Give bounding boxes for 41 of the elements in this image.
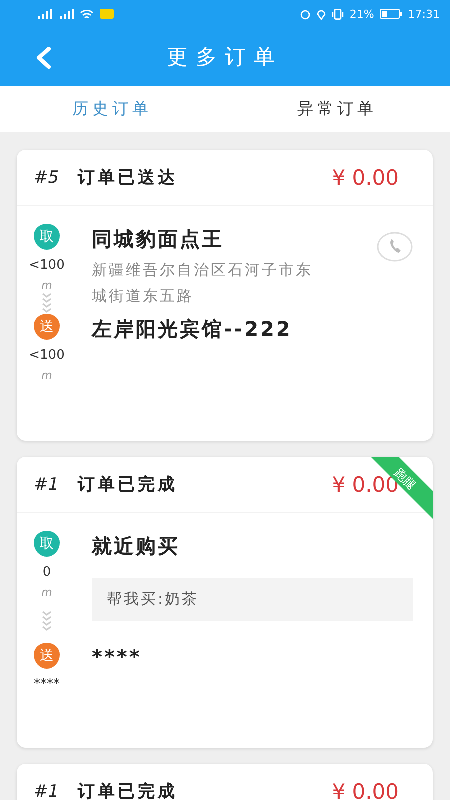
vibrate-icon: [332, 8, 344, 20]
place-address: 新疆维吾尔自治区石河子市东城街道东五路: [92, 260, 314, 307]
order-price: ¥ 0.00: [332, 780, 399, 800]
distance-unit: m: [42, 369, 52, 382]
signal-icon: [36, 9, 52, 19]
notification-icon: [100, 9, 114, 19]
location-icon: [316, 8, 326, 20]
distance-unit: m: [42, 279, 52, 292]
order-number: #1: [34, 782, 60, 800]
stop-tag: 送: [34, 643, 60, 669]
stop-tag: 取: [34, 531, 60, 557]
distance-text: <100: [29, 258, 65, 273]
order-price: ¥ 0.00: [332, 166, 399, 190]
distance-text: ****: [34, 677, 60, 692]
phone-button[interactable]: [377, 232, 413, 262]
distance-text: 0: [42, 565, 52, 580]
chevrons-down-icon: [42, 611, 52, 631]
place-name: ****: [92, 645, 142, 669]
order-status: 订单已完成: [78, 781, 179, 800]
place-name: 同城豹面点王: [92, 226, 225, 253]
battery-icon: [380, 9, 402, 19]
order-number: #1: [34, 474, 60, 494]
chevrons-down-icon: [42, 293, 52, 313]
order-status: 订单已完成: [78, 474, 179, 496]
order-number: #5: [34, 168, 60, 188]
stop-tag: 送: [34, 314, 60, 340]
wifi-icon: [80, 8, 94, 20]
alarm-icon: [300, 8, 311, 20]
distance-unit: m: [42, 586, 52, 599]
stop-tag: 取: [34, 224, 60, 250]
battery-percent: 21%: [350, 8, 374, 20]
place-name: 就近购买: [92, 533, 180, 560]
distance-text: <100: [29, 348, 65, 363]
tab[interactable]: 异常订单: [225, 86, 450, 132]
clock-time: 17:31: [408, 8, 440, 20]
order-status: 订单已送达: [78, 167, 179, 189]
place-name: 左岸阳光宾馆--222: [92, 316, 292, 343]
order-note: 帮我买:奶茶: [92, 578, 413, 621]
tab[interactable]: 历史订单: [0, 86, 225, 132]
page-title: 更多订单: [167, 44, 283, 71]
signal-icon: [58, 9, 74, 19]
